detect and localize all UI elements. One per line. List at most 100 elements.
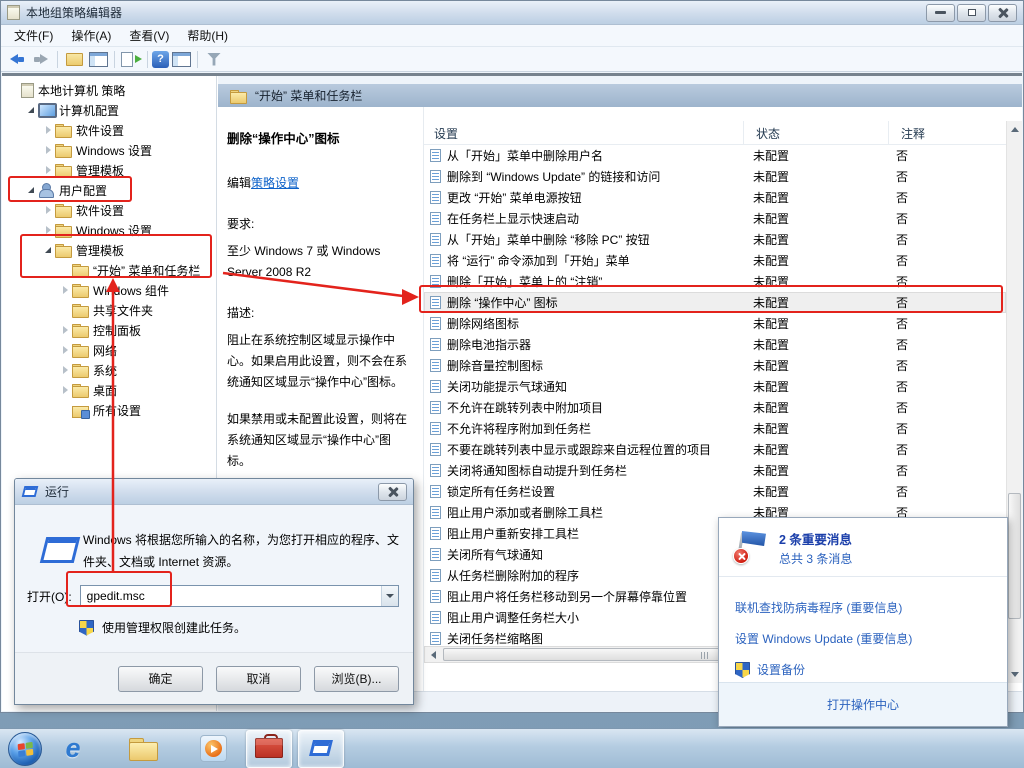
back-icon[interactable]	[5, 48, 29, 70]
menu-help[interactable]: 帮助(H)	[178, 24, 237, 47]
list-row[interactable]: 不允许在跳转列表中附加项目未配置否	[424, 397, 1006, 418]
taskbar-gpedit-button[interactable]	[246, 730, 292, 768]
menu-file[interactable]: 文件(F)	[5, 24, 62, 47]
expand-closed-icon[interactable]	[59, 364, 71, 376]
tree-item[interactable]: 网络	[2, 340, 216, 360]
vertical-scroll-thumb[interactable]	[1008, 493, 1021, 619]
list-row[interactable]: 删除到 “Windows Update” 的链接和访问未配置否	[424, 166, 1006, 187]
setting-name: 阻止用户调整任务栏大小	[424, 609, 743, 626]
taskbar-run-button[interactable]	[298, 730, 344, 768]
list-row[interactable]: 锁定所有任务栏设置未配置否	[424, 481, 1006, 502]
list-row[interactable]: 将 “运行” 命令添加到「开始」菜单未配置否	[424, 250, 1006, 271]
vertical-scrollbar[interactable]	[1006, 121, 1022, 683]
open-input-value[interactable]: gpedit.msc	[81, 589, 381, 603]
action-center-link[interactable]: 联机查找防病毒程序 (重要信息)	[735, 599, 902, 616]
tree-item[interactable]: 共享文件夹	[2, 300, 216, 320]
column-header[interactable]: 状态	[743, 121, 888, 144]
tree-item[interactable]: 管理模板	[2, 240, 216, 260]
minimize-button[interactable]	[926, 4, 955, 22]
help-icon[interactable]: ?	[152, 51, 169, 68]
menu-view[interactable]: 查看(V)	[120, 24, 178, 47]
tree-item[interactable]: 控制面板	[2, 320, 216, 340]
tree-item[interactable]: 计算机配置	[2, 100, 216, 120]
restore-button[interactable]	[957, 4, 986, 22]
setting-status: 未配置	[743, 420, 888, 437]
expand-closed-icon[interactable]	[59, 344, 71, 356]
scroll-left-button[interactable]	[425, 647, 442, 662]
list-row[interactable]: 关闭将通知图标自动提升到任务栏未配置否	[424, 460, 1006, 481]
column-header[interactable]: 设置	[424, 121, 743, 144]
setting-name: 将 “运行” 命令添加到「开始」菜单	[424, 252, 743, 269]
run-dialog-titlebar[interactable]: 运行	[15, 479, 413, 505]
expand-closed-icon[interactable]	[42, 124, 54, 136]
expand-closed-icon[interactable]	[42, 224, 54, 236]
list-row[interactable]: 删除网络图标未配置否	[424, 313, 1006, 334]
tree-item[interactable]: Windows 组件	[2, 280, 216, 300]
console-window-icon[interactable]	[86, 48, 110, 70]
export-list-icon[interactable]	[119, 48, 143, 70]
setting-comment: 否	[888, 336, 1006, 353]
tree-item[interactable]: 软件设置	[2, 200, 216, 220]
console-window2-icon[interactable]	[169, 48, 193, 70]
taskbar-ie-button[interactable]: e	[50, 730, 96, 768]
list-row[interactable]: 更改 “开始” 菜单电源按钮未配置否	[424, 187, 1006, 208]
expand-closed-icon[interactable]	[59, 324, 71, 336]
tree-item[interactable]: 用户配置	[2, 180, 216, 200]
list-row[interactable]: 删除电池指示器未配置否	[424, 334, 1006, 355]
filter-icon[interactable]	[202, 48, 226, 70]
start-button[interactable]	[8, 732, 42, 766]
list-row[interactable]: 不允许将程序附加到任务栏未配置否	[424, 418, 1006, 439]
combo-dropdown-button[interactable]	[381, 586, 398, 606]
expand-open-icon[interactable]	[42, 244, 54, 256]
setting-name: 阻止用户添加或者删除工具栏	[424, 504, 743, 521]
list-row[interactable]: 删除「开始」菜单上的 “注销”未配置否	[424, 271, 1006, 292]
list-row[interactable]: 从「开始」菜单中删除用户名未配置否	[424, 145, 1006, 166]
tree-item[interactable]: 本地计算机 策略	[2, 80, 216, 100]
expand-open-icon[interactable]	[25, 184, 37, 196]
edit-policy-link[interactable]: 策略设置	[251, 176, 299, 190]
column-header[interactable]: 注释	[888, 121, 1006, 144]
up-folder-icon[interactable]	[62, 48, 86, 70]
cancel-button[interactable]: 取消	[216, 666, 301, 692]
forward-icon[interactable]	[29, 48, 53, 70]
browse-button[interactable]: 浏览(B)...	[314, 666, 399, 692]
expand-closed-icon[interactable]	[42, 144, 54, 156]
tree-item[interactable]: 系统	[2, 360, 216, 380]
list-row[interactable]: 从「开始」菜单中删除 “移除 PC” 按钮未配置否	[424, 229, 1006, 250]
run-close-button[interactable]	[378, 483, 407, 501]
tree-item-label: Windows 设置	[76, 222, 152, 239]
folder-icon	[55, 242, 72, 258]
list-row[interactable]: 删除 “操作中心” 图标未配置否	[424, 292, 1006, 313]
open-action-center-link[interactable]: 打开操作中心	[719, 682, 1007, 726]
list-row[interactable]: 不要在跳转列表中显示或跟踪来自远程位置的项目未配置否	[424, 439, 1006, 460]
close-button[interactable]	[988, 4, 1017, 22]
list-row[interactable]: 删除音量控制图标未配置否	[424, 355, 1006, 376]
expand-closed-icon[interactable]	[59, 284, 71, 296]
taskbar-explorer-button[interactable]	[120, 730, 166, 768]
open-combobox[interactable]: gpedit.msc	[80, 585, 399, 607]
list-row[interactable]: 在任务栏上显示快速启动未配置否	[424, 208, 1006, 229]
policy-doc-icon	[430, 254, 441, 267]
expand-open-icon[interactable]	[25, 104, 37, 116]
scroll-down-button[interactable]	[1007, 666, 1022, 683]
tree-item[interactable]: 管理模板	[2, 160, 216, 180]
tree-item[interactable]: 软件设置	[2, 120, 216, 140]
tree-item[interactable]: Windows 设置	[2, 220, 216, 240]
window-titlebar[interactable]: 本地组策略编辑器	[1, 1, 1023, 25]
tree-item[interactable]: 桌面	[2, 380, 216, 400]
taskbar-wmp-button[interactable]	[190, 730, 236, 768]
setting-name-text: 删除音量控制图标	[447, 357, 543, 374]
expand-closed-icon[interactable]	[42, 204, 54, 216]
tree-item[interactable]: “开始” 菜单和任务栏	[2, 260, 216, 280]
ok-button[interactable]: 确定	[118, 666, 203, 692]
action-center-link[interactable]: 设置 Windows Update (重要信息)	[735, 630, 912, 647]
action-center-link[interactable]: 设置备份	[757, 661, 805, 678]
menu-action[interactable]: 操作(A)	[62, 24, 120, 47]
expand-closed-icon[interactable]	[42, 164, 54, 176]
tree-item[interactable]: 所有设置	[2, 400, 216, 420]
tree-item[interactable]: Windows 设置	[2, 140, 216, 160]
list-row[interactable]: 关闭功能提示气球通知未配置否	[424, 376, 1006, 397]
setting-status: 未配置	[743, 273, 888, 290]
scroll-up-button[interactable]	[1007, 121, 1022, 138]
expand-closed-icon[interactable]	[59, 384, 71, 396]
